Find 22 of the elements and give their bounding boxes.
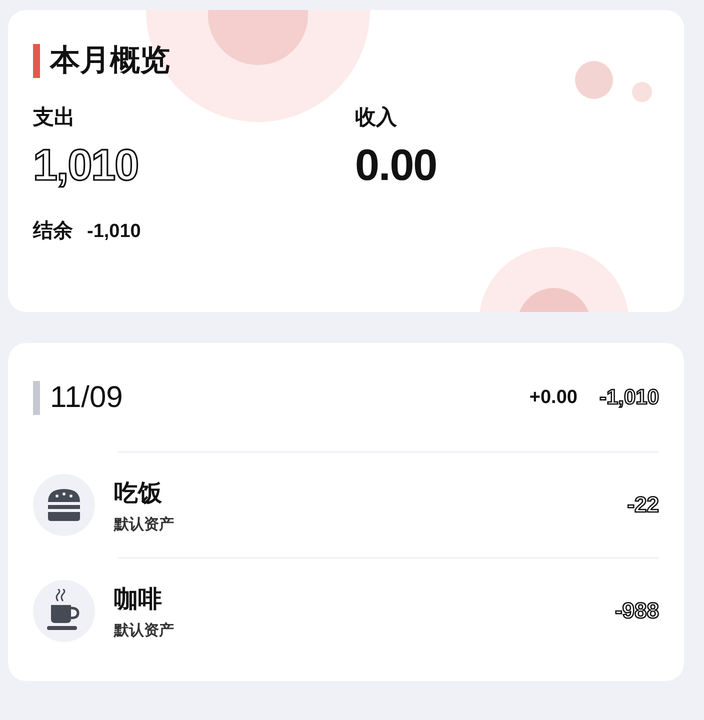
coffee-cup-icon [47, 589, 81, 633]
date-heading: 11/09 [50, 381, 124, 415]
record-row[interactable]: 咖啡 默认资产 -988 [33, 559, 659, 663]
account-name: 默认资产 [114, 514, 175, 534]
record-name: 咖啡 [114, 584, 163, 614]
record-name: 吃饭 [114, 478, 163, 508]
record-row[interactable]: 吃饭 默认资产 -22 [33, 453, 659, 557]
record-amount: -988 [614, 598, 659, 624]
day-income: +0.00 [529, 387, 578, 409]
card-title: 本月概览 [50, 43, 170, 79]
balance-amount: -1,010 [87, 221, 141, 243]
expense-label: 支出 [33, 105, 76, 131]
income-amount: 0.00 [355, 141, 438, 191]
account-name: 默认资产 [114, 620, 175, 640]
balance-label: 结余 [33, 219, 73, 244]
accent-bar [33, 381, 40, 415]
record-amount: -22 [627, 492, 659, 518]
day-expense: -1,010 [599, 386, 659, 410]
expense-amount: 1,010 [33, 141, 140, 191]
burger-icon [46, 487, 82, 523]
income-label: 收入 [355, 105, 398, 131]
accent-bar [33, 44, 40, 78]
